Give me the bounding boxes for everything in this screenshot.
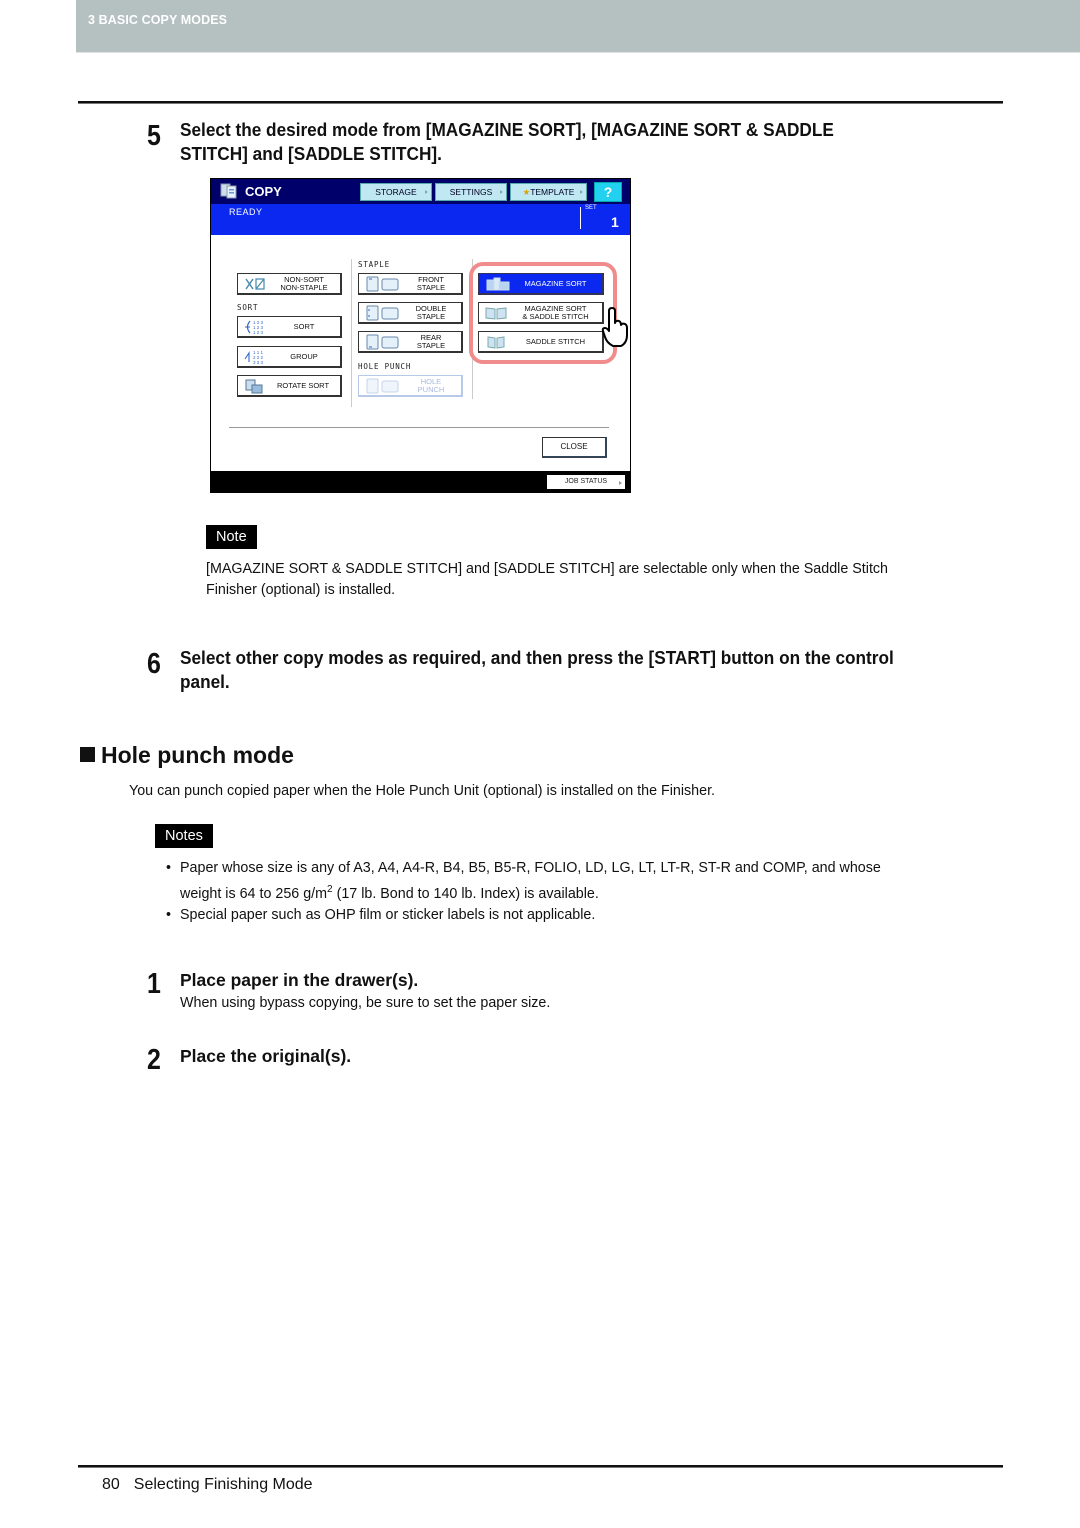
note-item: • Special paper such as OHP film or stic… — [166, 905, 996, 926]
settings-button[interactable]: SETTINGS — [435, 183, 507, 201]
staple-label: STAPLE — [416, 282, 446, 292]
set-label: SET — [585, 205, 597, 211]
rotate-sort-button[interactable]: ROTATE SORT — [237, 375, 342, 397]
panel-status-bar: READY SET 1 — [211, 204, 630, 235]
panel-divider — [229, 427, 609, 428]
note-item-line2-post: (17 lb. Bond to 140 lb. Index) is availa… — [332, 885, 599, 902]
step-6-number: 6 — [147, 648, 161, 680]
top-rule — [78, 101, 1003, 104]
svg-text:3 3 3: 3 3 3 — [253, 360, 264, 365]
footer-title: Selecting Finishing Mode — [133, 1476, 313, 1493]
notes-list: • Paper whose size is any of A3, A4, A4-… — [166, 858, 996, 926]
status-text: READY — [229, 207, 263, 217]
step-6-title-line1: Select other copy modes as required, and… — [180, 647, 894, 668]
staple-group-label: STAPLE — [358, 260, 390, 269]
template-button[interactable]: ★TEMPLATE — [510, 183, 587, 201]
copier-touch-panel: COPY STORAGE SETTINGS ★TEMPLATE ? READY … — [210, 178, 631, 493]
note-text-line2: Finisher (optional) is installed. — [206, 582, 396, 598]
arrow-icon — [580, 190, 583, 194]
punch-label: PUNCH — [417, 384, 445, 394]
pointing-hand-icon — [601, 307, 628, 347]
double-staple-button[interactable]: DOUBLE STAPLE — [358, 302, 463, 324]
step-6-title-line2: panel. — [180, 671, 230, 692]
rotate-sort-icon — [245, 379, 263, 394]
page-number: 80 — [102, 1476, 120, 1493]
note-item-line1: Special paper such as OHP film or sticke… — [180, 906, 596, 923]
storage-label: STORAGE — [375, 187, 417, 197]
close-button[interactable]: CLOSE — [542, 437, 607, 458]
staple-label: STAPLE — [416, 340, 446, 350]
note-text-line1: [MAGAZINE SORT & SADDLE STITCH] and [SAD… — [206, 561, 889, 577]
notes-tag: Notes — [155, 824, 213, 848]
rear-staple-button[interactable]: REAR STAPLE — [358, 331, 463, 353]
staple-label: STAPLE — [416, 311, 446, 321]
section-intro: You can punch copied paper when the Hole… — [129, 783, 716, 799]
bullet-icon: • — [166, 860, 172, 876]
section-heading: Hole punch mode — [80, 742, 294, 769]
hole-punch-button[interactable]: HOLE PUNCH — [358, 375, 463, 397]
settings-label: SETTINGS — [449, 187, 493, 197]
help-button[interactable]: ? — [594, 182, 622, 202]
step-1-number: 1 — [147, 968, 161, 1000]
job-status-button[interactable]: JOB STATUS — [547, 475, 625, 489]
step-5-title-line1: Select the desired mode from [MAGAZINE S… — [180, 119, 834, 140]
group-icon: 1 1 1 2 2 2 3 3 3 — [244, 350, 264, 365]
step-5-number: 5 — [147, 120, 161, 152]
sort-group-label: SORT — [237, 303, 259, 312]
chapter-title: 3 BASIC COPY MODES — [88, 13, 228, 27]
job-status-label: JOB STATUS — [564, 478, 608, 485]
sort-icon: 1 2 3 1 2 3 1 2 3 — [245, 320, 264, 335]
arrow-icon — [425, 190, 428, 194]
front-staple-button[interactable]: FRONT STAPLE — [358, 273, 463, 295]
note-tag: Note — [206, 525, 257, 549]
step-2-number: 2 — [147, 1044, 161, 1076]
step-2-title: Place the original(s). — [180, 1046, 352, 1066]
divider — [351, 259, 352, 407]
bullet-icon: • — [166, 906, 172, 923]
note-item: • Paper whose size is any of A3, A4, A4-… — [166, 858, 996, 905]
sort-label: SORT — [293, 321, 315, 331]
step-1-desc: When using bypass copying, be sure to se… — [180, 995, 551, 1011]
non-sort-icon — [245, 278, 265, 290]
rear-staple-icon — [366, 334, 399, 350]
arrow-icon — [619, 481, 622, 485]
page-footer: 80 Selecting Finishing Mode — [102, 1476, 313, 1494]
highlight-outline — [469, 262, 617, 364]
step-1-title: Place paper in the drawer(s). — [180, 970, 419, 990]
non-sort-non-staple-button[interactable]: NON-SORT NON-STAPLE — [237, 273, 342, 295]
arrow-icon — [500, 190, 503, 194]
svg-text:1 2 3: 1 2 3 — [253, 330, 264, 335]
step-5-title-line2: STITCH] and [SADDLE STITCH]. — [180, 143, 442, 164]
storage-button[interactable]: STORAGE — [360, 183, 432, 201]
copy-app-icon — [220, 183, 237, 199]
non-staple-label: NON-STAPLE — [280, 282, 328, 292]
set-divider — [580, 207, 581, 229]
rotate-sort-label: ROTATE SORT — [276, 380, 330, 390]
hole-punch-icon — [366, 378, 399, 394]
section-title: Hole punch mode — [101, 742, 294, 768]
double-staple-icon — [366, 305, 399, 321]
note-item-line1: Paper whose size is any of A3, A4, A4-R,… — [180, 860, 881, 876]
template-label: TEMPLATE — [530, 187, 575, 197]
note-item-line2-pre: weight is 64 to 256 g/m — [180, 885, 328, 902]
chapter-header: 3 BASIC COPY MODES — [76, 0, 1080, 53]
panel-app-title: COPY — [245, 184, 282, 199]
front-staple-icon — [366, 276, 399, 292]
group-label: GROUP — [290, 351, 318, 361]
bottom-rule — [78, 1465, 1003, 1468]
set-count: 1 — [611, 214, 619, 230]
group-button[interactable]: 1 1 1 2 2 2 3 3 3 GROUP — [237, 346, 342, 368]
square-bullet-icon — [80, 747, 95, 762]
sort-button[interactable]: 1 2 3 1 2 3 1 2 3 SORT — [237, 316, 342, 338]
hole-punch-group-label: HOLE PUNCH — [358, 362, 412, 371]
